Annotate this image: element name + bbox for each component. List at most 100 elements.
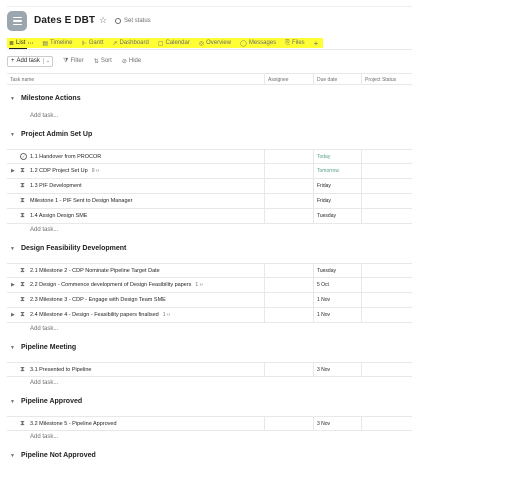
- column-assignee[interactable]: Assignee: [268, 77, 289, 83]
- tab-list[interactable]: ≣ List ⋯: [9, 40, 33, 47]
- section-header[interactable]: ▼ Milestone Actions: [10, 95, 81, 102]
- hourglass-icon[interactable]: ⧗: [20, 420, 25, 428]
- hourglass-icon[interactable]: ⧗: [20, 296, 25, 304]
- tab-dashboard[interactable]: ↗ Dashboard: [112, 40, 148, 47]
- caret-down-icon[interactable]: ▼: [10, 345, 15, 351]
- set-status-button[interactable]: Set status: [115, 18, 151, 24]
- task-name[interactable]: 2.3 Milestone 3 - CDP - Engage with Desi…: [30, 297, 166, 303]
- add-task-button[interactable]: + Add task ⌄: [7, 55, 54, 67]
- task-name[interactable]: Milestone 1 - PIF Sent to Design Manager: [30, 198, 132, 204]
- add-task-main[interactable]: + Add task: [8, 58, 43, 64]
- tab-timeline[interactable]: ▤ Timeline: [42, 40, 72, 47]
- task-row[interactable]: ✓ 1.1 Handover from PROCOR Today: [7, 149, 412, 164]
- hourglass-icon[interactable]: ⧗: [20, 197, 25, 205]
- complete-check-icon[interactable]: ✓: [20, 153, 27, 160]
- due-date[interactable]: 3 Nov: [317, 367, 330, 373]
- project-title[interactable]: Dates E DBT: [34, 15, 95, 26]
- add-task-link[interactable]: Add task...: [30, 326, 58, 332]
- filter-button[interactable]: ⧩ Filter: [63, 58, 84, 65]
- expand-subtasks-icon[interactable]: ▶: [11, 168, 15, 174]
- section-header[interactable]: ▼ Pipeline Not Approved: [10, 452, 96, 459]
- column-divider: [361, 264, 362, 277]
- hourglass-icon[interactable]: ⧗: [20, 281, 25, 289]
- status-circle-icon: [115, 18, 121, 24]
- add-task-link[interactable]: Add task...: [30, 434, 58, 440]
- sort-button[interactable]: ⇅ Sort: [94, 58, 112, 65]
- overview-icon: ◎: [198, 40, 205, 47]
- due-date[interactable]: Friday: [317, 198, 331, 204]
- hourglass-icon[interactable]: ⧗: [20, 311, 25, 319]
- project-list-icon[interactable]: [7, 11, 27, 31]
- due-date[interactable]: 3 Nov: [317, 421, 330, 427]
- due-date[interactable]: Tuesday: [317, 268, 336, 274]
- task-row[interactable]: ⧗ 3.2 Milestone 5 - Pipeline Approved 3 No…: [7, 416, 412, 431]
- task-name[interactable]: 2.2 Design - Commence development of Des…: [30, 282, 203, 288]
- due-date[interactable]: Tomorrow: [317, 168, 339, 174]
- due-date[interactable]: 5 Oct: [317, 282, 329, 288]
- due-date[interactable]: Friday: [317, 183, 331, 189]
- column-due-date[interactable]: Due date: [317, 77, 337, 83]
- hourglass-icon[interactable]: ⧗: [20, 212, 25, 220]
- caret-down-icon[interactable]: ▼: [10, 96, 15, 102]
- task-row[interactable]: ⧗ 2.3 Milestone 3 - CDP - Engage with Des…: [7, 293, 412, 308]
- task-row[interactable]: ⧗ 3.1 Presented to Pipeline 3 Nov: [7, 362, 412, 377]
- hourglass-icon[interactable]: ⧗: [20, 182, 25, 190]
- task-name[interactable]: 1.1 Handover from PROCOR: [30, 154, 101, 160]
- task-row[interactable]: ⧗ 1.3 PIF Development Friday: [7, 179, 412, 194]
- task-name[interactable]: 2.1 Milestone 2 - CDP Nominate Pipeline …: [30, 268, 160, 274]
- task-row[interactable]: ▶ ⧗ 1.2 CDP Project Set Up 9 ‹› Tomorrow: [7, 164, 412, 179]
- task-name[interactable]: 2.4 Milestone 4 - Design - Feasibility p…: [30, 312, 170, 318]
- task-name[interactable]: 1.4 Assign Design SME: [30, 213, 87, 219]
- add-task-link[interactable]: Add task...: [30, 227, 58, 233]
- hourglass-icon[interactable]: ⧗: [20, 366, 25, 374]
- dashboard-icon: ↗: [112, 40, 118, 47]
- tab-files[interactable]: ⎘ Files: [285, 40, 304, 47]
- caret-down-icon[interactable]: ▼: [10, 453, 15, 459]
- section-header[interactable]: ▼ Pipeline Meeting: [10, 344, 76, 351]
- caret-down-icon[interactable]: ▼: [10, 132, 15, 138]
- subtask-count[interactable]: 9 ‹›: [92, 168, 100, 174]
- due-date[interactable]: Today: [317, 154, 330, 160]
- task-row[interactable]: ▶ ⧗ 2.2 Design - Commence development of D…: [7, 278, 412, 293]
- column-task-name[interactable]: Task name: [10, 77, 34, 83]
- star-icon[interactable]: ☆: [99, 15, 107, 26]
- section-header[interactable]: ▼ Design Feasibility Development: [10, 245, 126, 252]
- section-name: Design Feasibility Development: [20, 245, 127, 252]
- task-row[interactable]: ⧗ Milestone 1 - PIF Sent to Design Manage…: [7, 194, 412, 209]
- task-row[interactable]: ▶ ⧗ 2.4 Milestone 4 - Design - Feasibility…: [7, 308, 412, 323]
- tab-calendar[interactable]: ▢ Calendar: [158, 40, 190, 47]
- caret-down-icon[interactable]: ▼: [10, 246, 15, 252]
- hourglass-icon[interactable]: ⧗: [20, 167, 25, 175]
- subtask-count[interactable]: 1 ‹›: [195, 282, 203, 288]
- caret-down-icon[interactable]: ▼: [10, 399, 15, 405]
- more-icon[interactable]: ⋯: [27, 40, 33, 47]
- subtask-count[interactable]: 1 ‹›: [163, 312, 171, 318]
- calendar-icon: ▢: [157, 40, 164, 47]
- add-task-link[interactable]: Add task...: [30, 380, 58, 386]
- tab-overview[interactable]: ◎ Overview: [199, 40, 231, 47]
- task-name[interactable]: 1.3 PIF Development: [30, 183, 82, 189]
- expand-subtasks-icon[interactable]: ▶: [11, 312, 15, 318]
- tab-gantt[interactable]: ⊩ Gantt: [82, 40, 104, 47]
- due-date[interactable]: 1 Nov: [317, 297, 330, 303]
- task-name[interactable]: 3.1 Presented to Pipeline: [30, 367, 91, 373]
- add-tab-button[interactable]: +: [314, 39, 319, 48]
- column-divider: [361, 278, 362, 292]
- chevron-down-icon[interactable]: ⌄: [42, 58, 52, 64]
- task-row[interactable]: ⧗ 1.4 Assign Design SME Tuesday: [7, 209, 412, 224]
- section-header[interactable]: ▼ Project Admin Set Up: [10, 131, 92, 138]
- tab-messages[interactable]: ◯ Messages: [240, 40, 276, 47]
- task-name[interactable]: 3.2 Milestone 5 - Pipeline Approved: [30, 421, 117, 427]
- column-project-status[interactable]: Project Status: [365, 77, 396, 83]
- tab-label: Messages: [248, 40, 277, 46]
- task-name[interactable]: 1.2 CDP Project Set Up 9 ‹›: [30, 168, 99, 174]
- section-header[interactable]: ▼ Pipeline Approved: [10, 398, 82, 405]
- hourglass-icon[interactable]: ⧗: [20, 267, 25, 275]
- due-date[interactable]: Tuesday: [317, 213, 336, 219]
- chevron-down-icon[interactable]: ⌄: [89, 16, 96, 25]
- expand-subtasks-icon[interactable]: ▶: [11, 282, 15, 288]
- task-row[interactable]: ⧗ 2.1 Milestone 2 - CDP Nominate Pipeline…: [7, 263, 412, 278]
- add-task-link[interactable]: Add task...: [30, 113, 58, 119]
- hide-button[interactable]: ⊘ Hide: [122, 58, 141, 65]
- due-date[interactable]: 1 Nov: [317, 312, 330, 318]
